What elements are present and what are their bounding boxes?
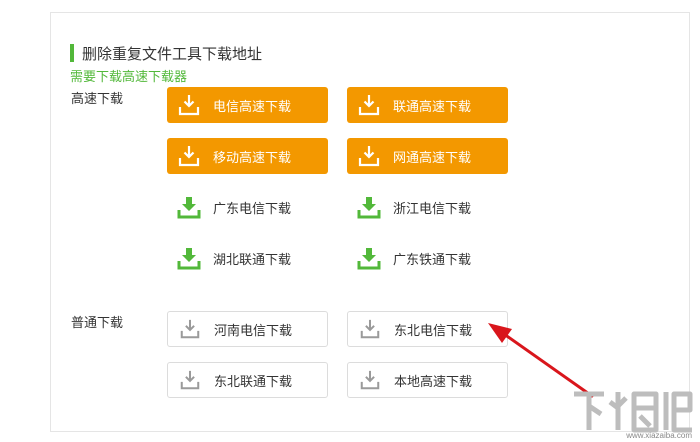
watermark-url: www.xiazaiba.com [626, 431, 692, 440]
annotation-arrow [488, 323, 594, 398]
